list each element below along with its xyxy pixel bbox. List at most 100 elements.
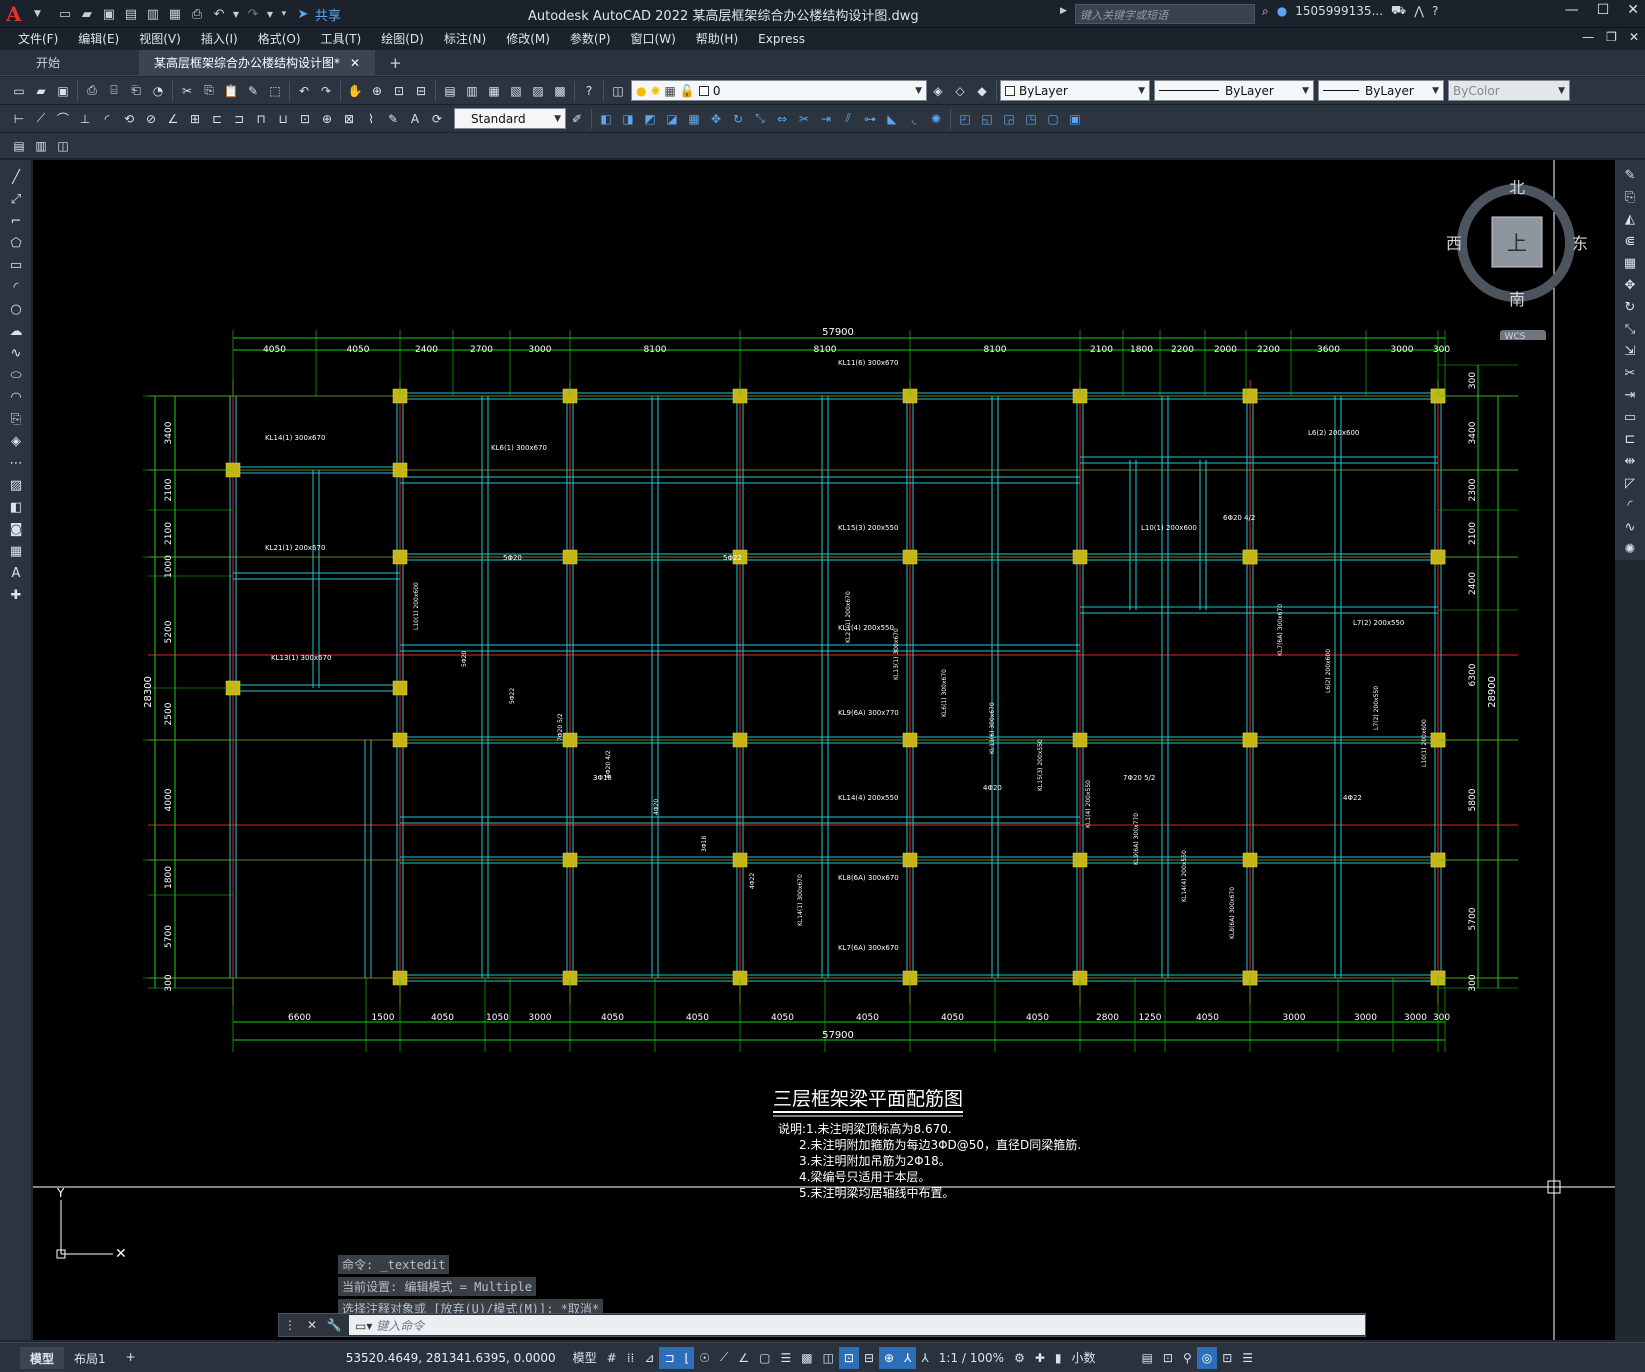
layer-properties-icon[interactable]: ◫ bbox=[608, 81, 628, 101]
3d-osnap-icon[interactable]: ⊡ bbox=[838, 1346, 859, 1369]
plotstyle-combo[interactable]: ByColor ▼ bbox=[1448, 80, 1570, 101]
doc-minimize-icon[interactable]: — bbox=[1582, 30, 1594, 44]
menu-format[interactable]: 格式(O) bbox=[248, 28, 311, 50]
lineweight-icon[interactable]: ☰ bbox=[775, 1347, 796, 1369]
user-icon[interactable]: ● bbox=[1277, 4, 1287, 18]
add-selected-icon[interactable]: ✚ bbox=[0, 584, 32, 606]
hardware-acceleration-icon[interactable]: ◎ bbox=[1196, 1346, 1218, 1369]
qat-customize-icon[interactable]: ▾ bbox=[277, 4, 291, 24]
grid-icon[interactable]: # bbox=[602, 1347, 622, 1369]
annotation-scale[interactable]: 1:1 / 100% bbox=[934, 1347, 1009, 1369]
dimstyle-combo[interactable]: Standard ▼ bbox=[454, 108, 566, 129]
dim-baseline-icon[interactable]: ⊏ bbox=[207, 109, 227, 129]
doc-restore-icon[interactable]: ❐ bbox=[1606, 30, 1617, 44]
doc-close-icon[interactable]: ✕ bbox=[1629, 30, 1639, 44]
drawing-canvas[interactable]: KL14(1) 300x670 KL21(1) 200x670 KL13(1) 30… bbox=[33, 160, 1615, 1340]
close-icon[interactable]: ✕ bbox=[1627, 2, 1639, 18]
save-icon[interactable]: ▣ bbox=[99, 4, 119, 24]
new-icon[interactable]: ▭ bbox=[9, 81, 29, 101]
dim-jogged-icon[interactable]: ⟲ bbox=[119, 109, 139, 129]
undo-icon[interactable]: ↶ bbox=[294, 81, 314, 101]
command-close-icon[interactable]: ✕ bbox=[301, 1318, 323, 1332]
dim-text-edit-icon[interactable]: A bbox=[405, 109, 425, 129]
wipeout-icon[interactable]: ▣ bbox=[1065, 109, 1085, 129]
dim-update-icon[interactable]: ⟳ bbox=[427, 109, 447, 129]
offset-icon[interactable]: ⋐ bbox=[1615, 230, 1645, 252]
menu-insert[interactable]: 插入(I) bbox=[191, 28, 248, 50]
menu-edit[interactable]: 编辑(E) bbox=[68, 28, 129, 50]
mirror-icon[interactable]: ◩ bbox=[640, 109, 660, 129]
plot-preview-icon[interactable]: ⌸ bbox=[104, 81, 124, 101]
isodraft-icon[interactable]: ⟋ bbox=[715, 1347, 733, 1369]
drawing-title[interactable]: 三层框架梁平面配筋图 bbox=[773, 1088, 963, 1110]
dim-diameter-icon[interactable]: ⊘ bbox=[141, 109, 161, 129]
autocad-logo-icon[interactable]: A bbox=[6, 2, 30, 26]
cart-icon[interactable]: ⛟ bbox=[1391, 3, 1406, 19]
quick-dim-icon[interactable]: ⊞ bbox=[185, 109, 205, 129]
menu-view[interactable]: 视图(V) bbox=[129, 28, 191, 50]
maximize-icon[interactable]: ☐ bbox=[1597, 2, 1610, 18]
extend-icon[interactable]: ⇥ bbox=[816, 109, 836, 129]
named-views-icon[interactable]: ▤ bbox=[9, 136, 29, 156]
dim-edit-icon[interactable]: ✎ bbox=[383, 109, 403, 129]
design-center-icon[interactable]: ▥ bbox=[462, 81, 482, 101]
menu-express[interactable]: Express bbox=[748, 28, 815, 50]
rectangle-icon[interactable]: ▭ bbox=[0, 254, 32, 276]
blend-icon[interactable]: ∿ bbox=[1615, 516, 1645, 538]
spline-icon[interactable]: ∿ bbox=[0, 342, 32, 364]
join-icon[interactable]: ⊶ bbox=[860, 109, 880, 129]
calculator-icon[interactable]: ▩ bbox=[550, 81, 570, 101]
scale-icon[interactable]: ⤡ bbox=[750, 109, 770, 129]
3d-print-icon[interactable]: ◔ bbox=[148, 81, 168, 101]
share-button[interactable]: 共享 bbox=[315, 4, 341, 24]
fillet-icon[interactable]: ◜ bbox=[1615, 494, 1645, 516]
copy-object-icon[interactable]: ◨ bbox=[618, 109, 638, 129]
command-customize-icon[interactable]: 🔧 bbox=[323, 1318, 345, 1332]
dim-space-icon[interactable]: ⊓ bbox=[251, 109, 271, 129]
trim-icon[interactable]: ✂ bbox=[794, 109, 814, 129]
dim-radius-icon[interactable]: ◜ bbox=[97, 109, 117, 129]
gear-icon[interactable]: ⚙ bbox=[1009, 1347, 1030, 1369]
insert-block-icon[interactable]: ⎘ bbox=[0, 408, 32, 430]
zoom-previous-icon[interactable]: ⊟ bbox=[411, 81, 431, 101]
menu-dimension[interactable]: 标注(N) bbox=[434, 28, 496, 50]
layer-match-icon[interactable]: ◇ bbox=[950, 81, 970, 101]
hatch-icon[interactable]: ▨ bbox=[0, 474, 32, 496]
layout-tab-model[interactable]: 模型 bbox=[20, 1346, 65, 1369]
transparency-icon[interactable]: ▩ bbox=[796, 1347, 817, 1369]
dynamic-ucs-icon[interactable]: ⊟ bbox=[859, 1347, 879, 1369]
arc-icon[interactable]: ◜ bbox=[0, 276, 32, 298]
connect-icon[interactable]: ⋀ bbox=[1414, 4, 1424, 18]
redo-icon[interactable]: ↷ bbox=[243, 4, 263, 24]
zoom-window-icon[interactable]: ⊡ bbox=[389, 81, 409, 101]
dim-aligned-icon[interactable]: ⟋ bbox=[31, 109, 51, 129]
region-icon[interactable]: ◙ bbox=[0, 518, 32, 540]
erase-icon[interactable]: ◧ bbox=[596, 109, 616, 129]
snap-icon[interactable]: ⁞⁞ bbox=[622, 1347, 640, 1369]
dim-continue-icon[interactable]: ⊐ bbox=[229, 109, 249, 129]
chamfer-icon[interactable]: ◣ bbox=[882, 109, 902, 129]
properties-icon[interactable]: ▤ bbox=[440, 81, 460, 101]
break-icon[interactable]: ⫽ bbox=[838, 109, 858, 129]
inspect-icon[interactable]: ⊠ bbox=[339, 109, 359, 129]
app-menu-chevron-icon[interactable]: ▼ bbox=[34, 9, 41, 19]
selection-filter-icon[interactable]: ⊕ bbox=[879, 1346, 900, 1369]
region-icon[interactable]: ◰ bbox=[955, 109, 975, 129]
compass-north[interactable]: 北 bbox=[1509, 178, 1525, 197]
cut-icon[interactable]: ✂ bbox=[177, 81, 197, 101]
tab-close-icon[interactable]: ✕ bbox=[350, 56, 360, 70]
color-combo[interactable]: ByLayer ▼ bbox=[1000, 80, 1150, 101]
new-tab-button[interactable]: + bbox=[375, 50, 416, 76]
compass-south[interactable]: 南 bbox=[1509, 290, 1525, 309]
new-icon[interactable]: ▭ bbox=[55, 4, 75, 24]
stretch-icon[interactable]: ⇲ bbox=[1615, 340, 1645, 362]
mtext-icon[interactable]: A bbox=[0, 562, 32, 584]
dim-break-icon[interactable]: ⊔ bbox=[273, 109, 293, 129]
menu-modify[interactable]: 修改(M) bbox=[496, 28, 560, 50]
lock-ui-icon[interactable]: ⊡ bbox=[1158, 1347, 1178, 1369]
saveas-icon[interactable]: ▤ bbox=[121, 4, 141, 24]
gradient-icon[interactable]: ◧ bbox=[0, 496, 32, 518]
break-point-icon[interactable]: ▭ bbox=[1615, 406, 1645, 428]
block-editor-icon[interactable]: ⬚ bbox=[265, 81, 285, 101]
plus-icon[interactable]: ✚ bbox=[1030, 1347, 1050, 1369]
